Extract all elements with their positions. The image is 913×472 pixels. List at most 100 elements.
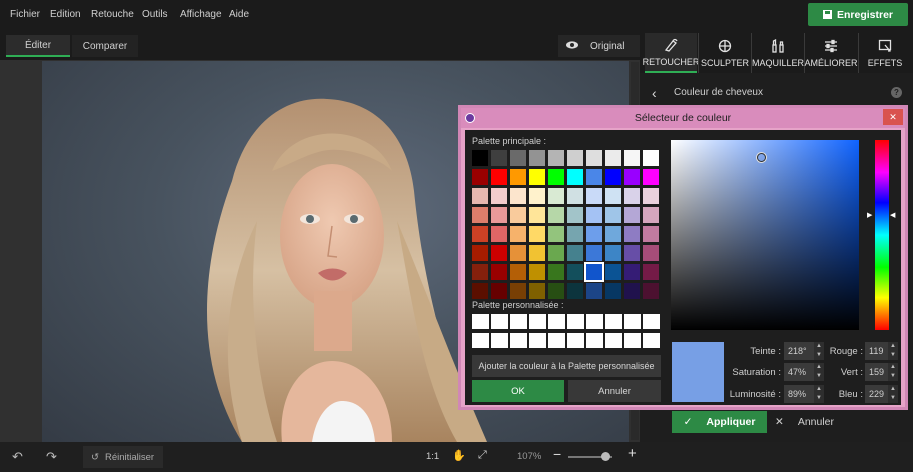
- palette-swatch[interactable]: [567, 283, 583, 299]
- palette-swatch[interactable]: [529, 207, 545, 223]
- palette-swatch[interactable]: [586, 207, 602, 223]
- saturation-spin-arrows-icon[interactable]: ▲ ▼: [814, 363, 824, 381]
- menu-help[interactable]: Aide: [229, 9, 249, 20]
- palette-swatch[interactable]: [548, 245, 564, 261]
- hue-input[interactable]: 218° ▲ ▼: [784, 342, 824, 360]
- tab-makeup[interactable]: MAQUILLER: [752, 33, 804, 73]
- palette-swatch[interactable]: [605, 150, 621, 166]
- dialog-close-icon[interactable]: ✕: [883, 109, 903, 125]
- palette-swatch[interactable]: [510, 226, 526, 242]
- palette-swatch[interactable]: [567, 207, 583, 223]
- custom-swatch[interactable]: [605, 314, 622, 329]
- palette-swatch[interactable]: [586, 169, 602, 185]
- palette-swatch[interactable]: [624, 226, 640, 242]
- save-button[interactable]: Enregistrer: [808, 3, 908, 26]
- custom-swatch[interactable]: [491, 333, 508, 348]
- palette-swatch[interactable]: [624, 150, 640, 166]
- palette-swatch[interactable]: [548, 169, 564, 185]
- palette-swatch[interactable]: [510, 264, 526, 280]
- palette-swatch[interactable]: [586, 188, 602, 204]
- palette-swatch[interactable]: [567, 264, 583, 280]
- dialog-cancel-button[interactable]: Annuler: [568, 380, 661, 402]
- zoom-out-icon[interactable]: −: [553, 446, 561, 462]
- palette-swatch[interactable]: [472, 207, 488, 223]
- hue-slider[interactable]: [875, 140, 889, 330]
- custom-swatch[interactable]: [586, 314, 603, 329]
- custom-swatch[interactable]: [529, 314, 546, 329]
- ok-button[interactable]: OK: [472, 380, 564, 402]
- custom-swatch[interactable]: [605, 333, 622, 348]
- palette-swatch[interactable]: [491, 264, 507, 280]
- undo-icon[interactable]: ↶: [12, 449, 23, 465]
- custom-swatch[interactable]: [567, 333, 584, 348]
- palette-swatch[interactable]: [624, 207, 640, 223]
- custom-swatch[interactable]: [548, 314, 565, 329]
- tab-effects[interactable]: EFFETS: [859, 33, 911, 73]
- red-spin-arrows-icon[interactable]: ▲ ▼: [888, 342, 898, 360]
- palette-swatch[interactable]: [491, 283, 507, 299]
- redo-icon[interactable]: ↷: [46, 449, 57, 465]
- palette-swatch[interactable]: [529, 150, 545, 166]
- green-input[interactable]: 159 ▲ ▼: [865, 363, 898, 381]
- custom-swatch[interactable]: [624, 314, 641, 329]
- palette-swatch[interactable]: [529, 245, 545, 261]
- palette-swatch[interactable]: [567, 245, 583, 261]
- hand-icon[interactable]: ✋: [452, 449, 466, 462]
- color-cursor[interactable]: [757, 153, 766, 162]
- green-spin-arrows-icon[interactable]: ▲ ▼: [888, 363, 898, 381]
- menu-view[interactable]: Affichage: [180, 9, 222, 20]
- menu-retouch[interactable]: Retouche: [91, 9, 134, 20]
- palette-swatch[interactable]: [624, 245, 640, 261]
- palette-swatch[interactable]: [567, 150, 583, 166]
- custom-swatch[interactable]: [472, 314, 489, 329]
- custom-swatch[interactable]: [586, 333, 603, 348]
- palette-swatch[interactable]: [567, 169, 583, 185]
- palette-swatch[interactable]: [491, 207, 507, 223]
- saturation-value-field[interactable]: [671, 140, 859, 330]
- reset-button[interactable]: ↺ Réinitialiser: [83, 446, 163, 468]
- custom-swatch[interactable]: [624, 333, 641, 348]
- palette-swatch[interactable]: [529, 226, 545, 242]
- menu-tools[interactable]: Outils: [142, 9, 168, 20]
- palette-swatch[interactable]: [624, 264, 640, 280]
- palette-swatch[interactable]: [548, 150, 564, 166]
- palette-swatch[interactable]: [510, 207, 526, 223]
- palette-swatch[interactable]: [624, 188, 640, 204]
- palette-swatch[interactable]: [472, 188, 488, 204]
- palette-swatch[interactable]: [529, 283, 545, 299]
- palette-swatch[interactable]: [510, 188, 526, 204]
- palette-swatch[interactable]: [472, 150, 488, 166]
- add-custom-button[interactable]: Ajouter la couleur à la Palette personna…: [472, 355, 661, 377]
- menu-file[interactable]: Fichier: [10, 9, 40, 20]
- palette-swatch[interactable]: [567, 226, 583, 242]
- back-chevron-icon[interactable]: ‹: [652, 85, 657, 101]
- palette-swatch[interactable]: [643, 245, 659, 261]
- custom-swatch[interactable]: [643, 333, 660, 348]
- palette-swatch[interactable]: [624, 283, 640, 299]
- palette-swatch[interactable]: [624, 169, 640, 185]
- palette-swatch[interactable]: [472, 226, 488, 242]
- saturation-input[interactable]: 47% ▲ ▼: [784, 363, 824, 381]
- hue-spin-arrows-icon[interactable]: ▲ ▼: [814, 342, 824, 360]
- palette-swatch[interactable]: [548, 188, 564, 204]
- palette-swatch[interactable]: [548, 226, 564, 242]
- palette-swatch[interactable]: [529, 188, 545, 204]
- palette-swatch[interactable]: [605, 245, 621, 261]
- palette-swatch[interactable]: [643, 188, 659, 204]
- custom-swatch[interactable]: [567, 314, 584, 329]
- custom-swatch[interactable]: [510, 333, 527, 348]
- palette-swatch[interactable]: [510, 150, 526, 166]
- tab-improve[interactable]: AMÉLIORER: [805, 33, 858, 73]
- tab-edit[interactable]: Éditer: [6, 35, 70, 57]
- palette-swatch[interactable]: [548, 264, 564, 280]
- palette-swatch[interactable]: [510, 169, 526, 185]
- blue-spin-arrows-icon[interactable]: ▲ ▼: [888, 385, 898, 403]
- luminosity-spin-arrows-icon[interactable]: ▲ ▼: [814, 385, 824, 403]
- tab-compare[interactable]: Comparer: [72, 35, 138, 57]
- palette-swatch[interactable]: [605, 188, 621, 204]
- menu-edit[interactable]: Edition: [50, 9, 81, 20]
- tab-retouch[interactable]: RETOUCHER: [643, 33, 699, 73]
- palette-swatch[interactable]: [643, 264, 659, 280]
- palette-swatch[interactable]: [510, 245, 526, 261]
- original-button[interactable]: Original: [558, 35, 640, 57]
